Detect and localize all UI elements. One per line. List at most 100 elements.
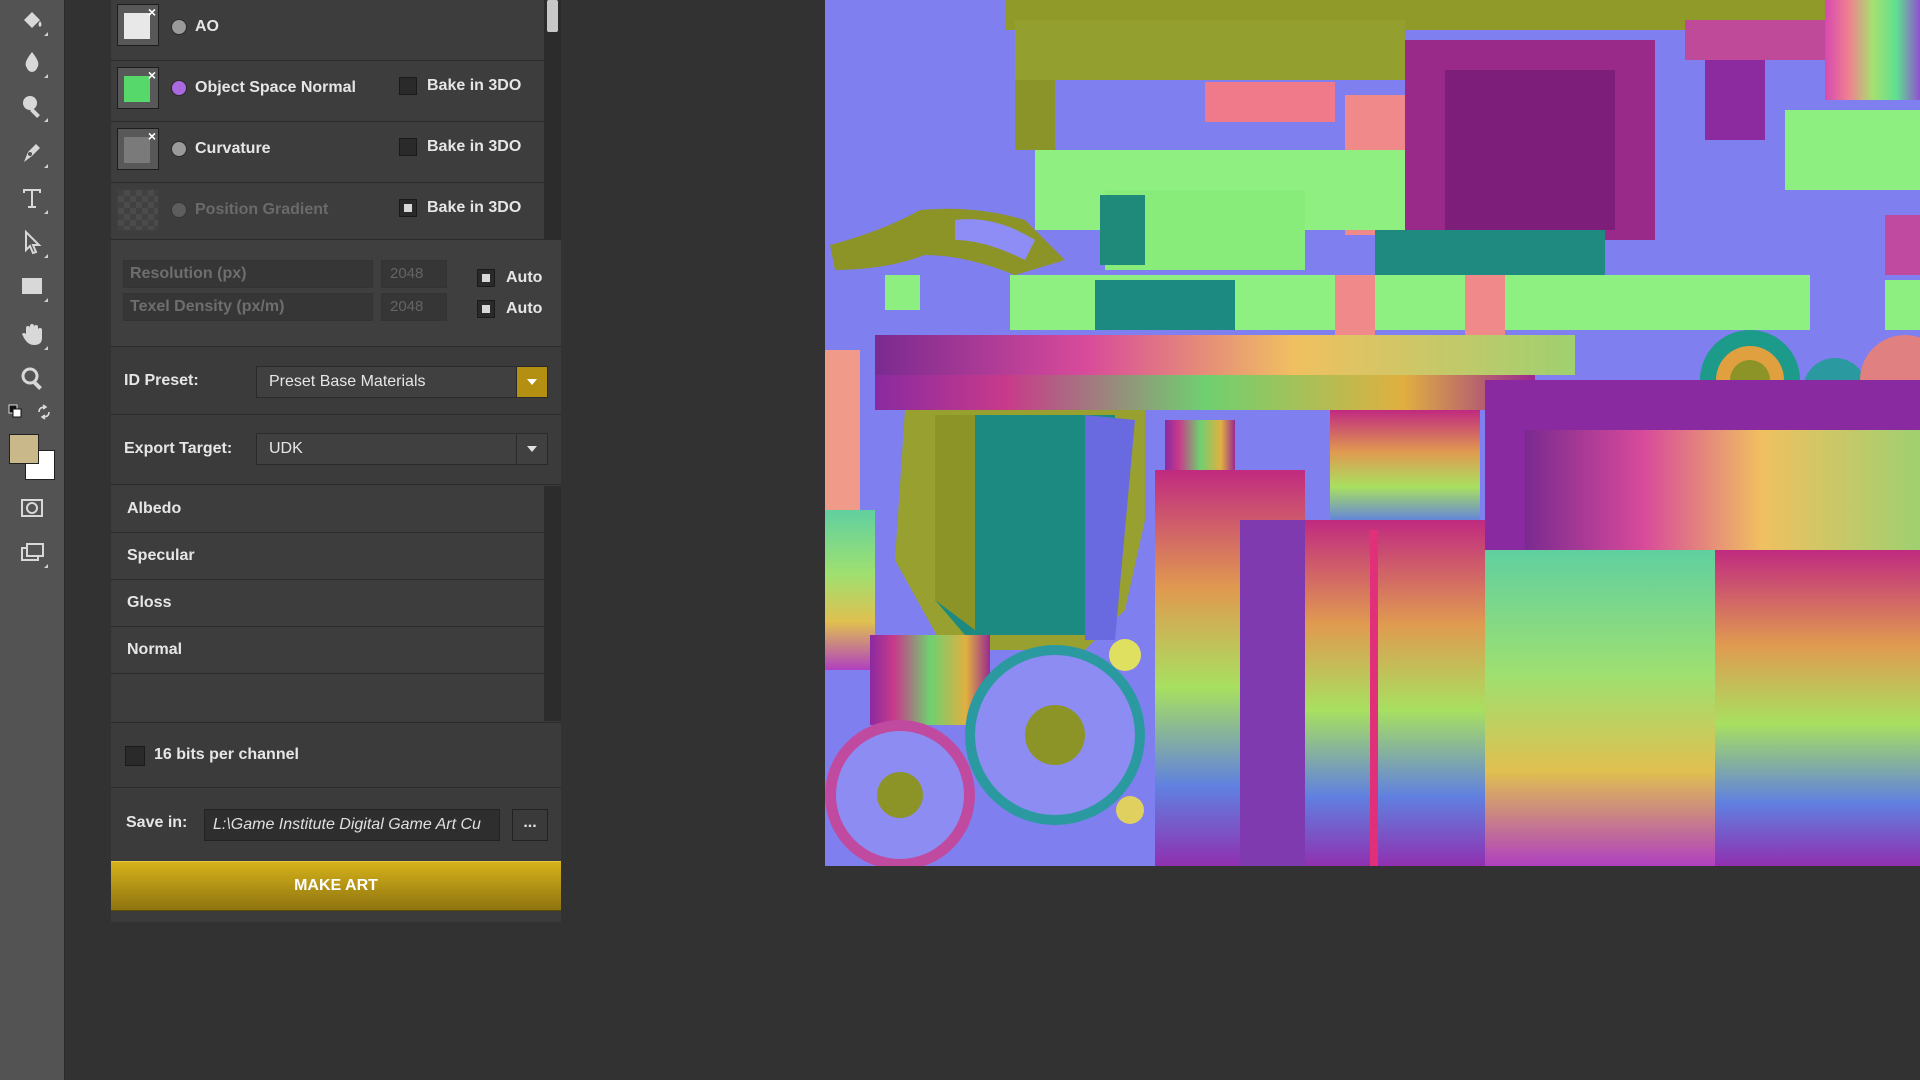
dodge-tool[interactable]: [14, 88, 50, 124]
position-gradient-thumbnail: [117, 189, 159, 231]
normal-map-image: [825, 0, 1920, 866]
type-icon: [23, 189, 41, 208]
position-gradient-label: Position Gradient: [195, 201, 329, 218]
export-target-section: Export Target: UDK: [111, 416, 561, 485]
dodge-icon: [23, 96, 40, 118]
paint-bucket-tool[interactable]: [14, 2, 50, 38]
export-target-dropdown[interactable]: UDK: [256, 433, 548, 465]
list-item[interactable]: Gloss: [111, 580, 544, 627]
position-gradient-bake-checkbox[interactable]: [399, 199, 417, 217]
default-colors-icon[interactable]: [8, 404, 22, 418]
id-preset-label: ID Preset:: [124, 372, 199, 389]
hand-icon: [22, 324, 42, 345]
texture-canvas[interactable]: [825, 0, 1920, 866]
swap-colors-icon[interactable]: [36, 404, 52, 420]
texel-density-input: 2048: [381, 293, 447, 321]
export-target-label: Export Target:: [124, 440, 233, 457]
id-preset-section: ID Preset: Preset Base Materials: [111, 348, 561, 415]
ao-preview: [124, 13, 150, 39]
resolution-label-box: Resolution (px): [123, 260, 373, 288]
save-path-value: L:\Game Institute Digital Game Art Cu: [213, 816, 481, 833]
texel-density-label: Texel Density (px/m): [130, 298, 285, 315]
map-row-position-gradient: Position Gradient Bake in 3DO: [111, 183, 544, 240]
channel-list: Albedo Specular Gloss Normal: [111, 486, 544, 721]
path-select-tool[interactable]: [14, 224, 50, 260]
channel-list-scrollbar[interactable]: [544, 486, 561, 721]
position-gradient-bake-label: Bake in 3DO: [427, 199, 522, 216]
channel-label: Gloss: [127, 594, 172, 611]
curvature-bake-checkbox[interactable]: [399, 138, 417, 156]
pen-icon: [24, 144, 40, 162]
resolution-section: Resolution (px) 2048 Auto Texel Density …: [111, 240, 561, 347]
map-row-curvature: × Curvature Bake in 3DO: [111, 122, 544, 183]
list-item[interactable]: Albedo: [111, 486, 544, 533]
id-preset-dropdown[interactable]: Preset Base Materials: [256, 366, 548, 398]
chevron-down-icon[interactable]: [516, 434, 547, 464]
export-target-value: UDK: [269, 440, 303, 457]
map-row-object-space-normal: × Object Space Normal Bake in 3DO: [111, 61, 544, 122]
ao-label: AO: [195, 18, 219, 35]
curvature-preview: [124, 137, 150, 163]
object-space-normal-label: Object Space Normal: [195, 79, 356, 96]
channel-label: Normal: [127, 641, 183, 658]
rectangle-icon: [22, 278, 42, 294]
position-gradient-radio: [171, 202, 187, 218]
ao-thumbnail[interactable]: ×: [117, 4, 159, 46]
save-in-label: Save in:: [126, 814, 188, 831]
id-preset-value: Preset Base Materials: [269, 373, 426, 390]
remove-icon[interactable]: ×: [148, 129, 156, 143]
object-space-normal-bake-checkbox[interactable]: [399, 77, 417, 95]
texel-density-label-box: Texel Density (px/m): [123, 293, 373, 321]
texel-density-value: 2048: [390, 298, 424, 315]
list-item[interactable]: Specular: [111, 533, 544, 580]
rectangle-tool[interactable]: [14, 268, 50, 304]
curvature-label: Curvature: [195, 140, 271, 157]
map-row-ao: × AO: [111, 0, 544, 61]
blur-tool[interactable]: [14, 44, 50, 80]
tools-panel: [0, 0, 65, 1080]
object-space-normal-preview: [124, 76, 150, 102]
zoom-tool[interactable]: [14, 360, 50, 396]
object-space-normal-thumbnail[interactable]: ×: [117, 67, 159, 109]
resolution-label: Resolution (px): [130, 265, 247, 282]
channel-label: Albedo: [127, 500, 182, 517]
quick-mask-icon: [21, 499, 43, 517]
curvature-bake-label: Bake in 3DO: [427, 138, 522, 155]
panel-scrollbar-thumb[interactable]: [547, 0, 558, 32]
ao-radio[interactable]: [171, 19, 187, 35]
curvature-thumbnail[interactable]: ×: [117, 128, 159, 170]
panel-scrollbar[interactable]: [544, 0, 561, 240]
resolution-input: 2048: [381, 260, 447, 288]
object-space-normal-bake-label: Bake in 3DO: [427, 77, 522, 94]
quick-mask-tool[interactable]: [14, 490, 50, 526]
resolution-value: 2048: [390, 265, 424, 282]
bits-checkbox[interactable]: [125, 746, 145, 766]
remove-icon[interactable]: ×: [148, 5, 156, 19]
type-tool[interactable]: [14, 180, 50, 216]
resolution-auto-label: Auto: [506, 269, 543, 286]
zoom-icon: [21, 367, 42, 390]
texel-density-auto-checkbox[interactable]: [477, 300, 495, 318]
object-space-normal-radio[interactable]: [171, 80, 187, 96]
curvature-radio[interactable]: [171, 141, 187, 157]
pen-tool[interactable]: [14, 134, 50, 170]
paint-bucket-icon: [24, 12, 42, 28]
foreground-color-swatch[interactable]: [9, 434, 39, 464]
resolution-auto-checkbox[interactable]: [477, 269, 495, 287]
screen-mode-tool[interactable]: [14, 534, 50, 570]
blur-drop-icon: [25, 52, 39, 72]
bits-section: 16 bits per channel: [111, 722, 561, 788]
bake-panel: × AO × Object Space Normal Bake in 3DO ×…: [111, 0, 561, 922]
texel-density-auto-label: Auto: [506, 300, 543, 317]
hand-tool[interactable]: [14, 316, 50, 352]
browse-button[interactable]: ...: [512, 809, 548, 841]
path-select-icon: [25, 229, 42, 255]
chevron-down-icon[interactable]: [516, 367, 547, 397]
channel-label: Specular: [127, 547, 195, 564]
save-path-input[interactable]: L:\Game Institute Digital Game Art Cu: [204, 809, 500, 841]
bits-label: 16 bits per channel: [154, 746, 299, 763]
list-item[interactable]: Normal: [111, 627, 544, 674]
remove-icon[interactable]: ×: [148, 68, 156, 82]
screen-mode-icon: [21, 543, 44, 561]
make-art-button[interactable]: MAKE ART: [111, 861, 561, 911]
